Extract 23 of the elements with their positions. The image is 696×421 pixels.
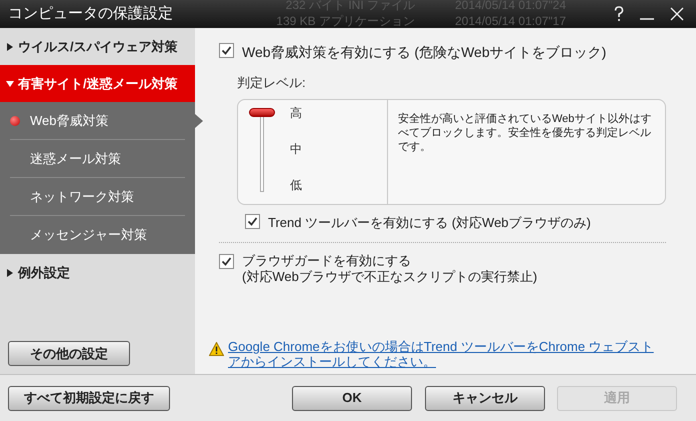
- window-title: コンピュータの保護設定: [8, 4, 173, 24]
- level-tick-label: 中: [290, 140, 302, 158]
- checkbox-label: ブラウザガードを有効にする: [242, 253, 412, 269]
- sidebar-item[interactable]: ネットワーク対策: [10, 178, 185, 216]
- sidebar-item[interactable]: 迷惑メール対策: [10, 140, 185, 178]
- checkbox-label: Trend ツールバーを有効にする (対応Webブラウザのみ): [268, 214, 591, 232]
- checkbox-label: Web脅威対策を有効にする (危険なWebサイトをブロック): [242, 43, 606, 62]
- level-description: 安全性が高いと評価されているWebサイト以外はすべてブロックします。安全性を優先する判定レベルです。: [397, 112, 652, 154]
- background-file-date: 2014/05/14 01:07"17: [455, 13, 566, 29]
- reset-defaults-button[interactable]: すべて初期設定に戻す: [8, 386, 170, 410]
- sidebar-section[interactable]: 有害サイト/迷惑メール対策: [0, 65, 195, 102]
- sidebar-section[interactable]: ウイルス/スパイウェア対策: [0, 28, 195, 65]
- background-file-size: 139 KB アプリケーション: [275, 13, 416, 29]
- sidebar-item[interactable]: メッセンジャー対策: [10, 216, 185, 254]
- level-label: 判定レベル:: [237, 74, 307, 92]
- level-tick-label: 低: [290, 176, 302, 194]
- cancel-button[interactable]: キャンセル: [425, 386, 545, 410]
- checkbox-note: (対応Webブラウザで不正なスクリプトの実行禁止): [242, 269, 538, 285]
- sidebar-section[interactable]: 例外設定: [0, 254, 195, 291]
- ok-button[interactable]: OK: [292, 386, 412, 410]
- other-settings-button[interactable]: その他の設定: [8, 341, 130, 366]
- chrome-install-link[interactable]: Google Chromeをお使いの場合はTrend ツールバーをChrome ウェブストアからインストールしてください。: [228, 339, 658, 369]
- level-tick-label: 高: [290, 104, 302, 122]
